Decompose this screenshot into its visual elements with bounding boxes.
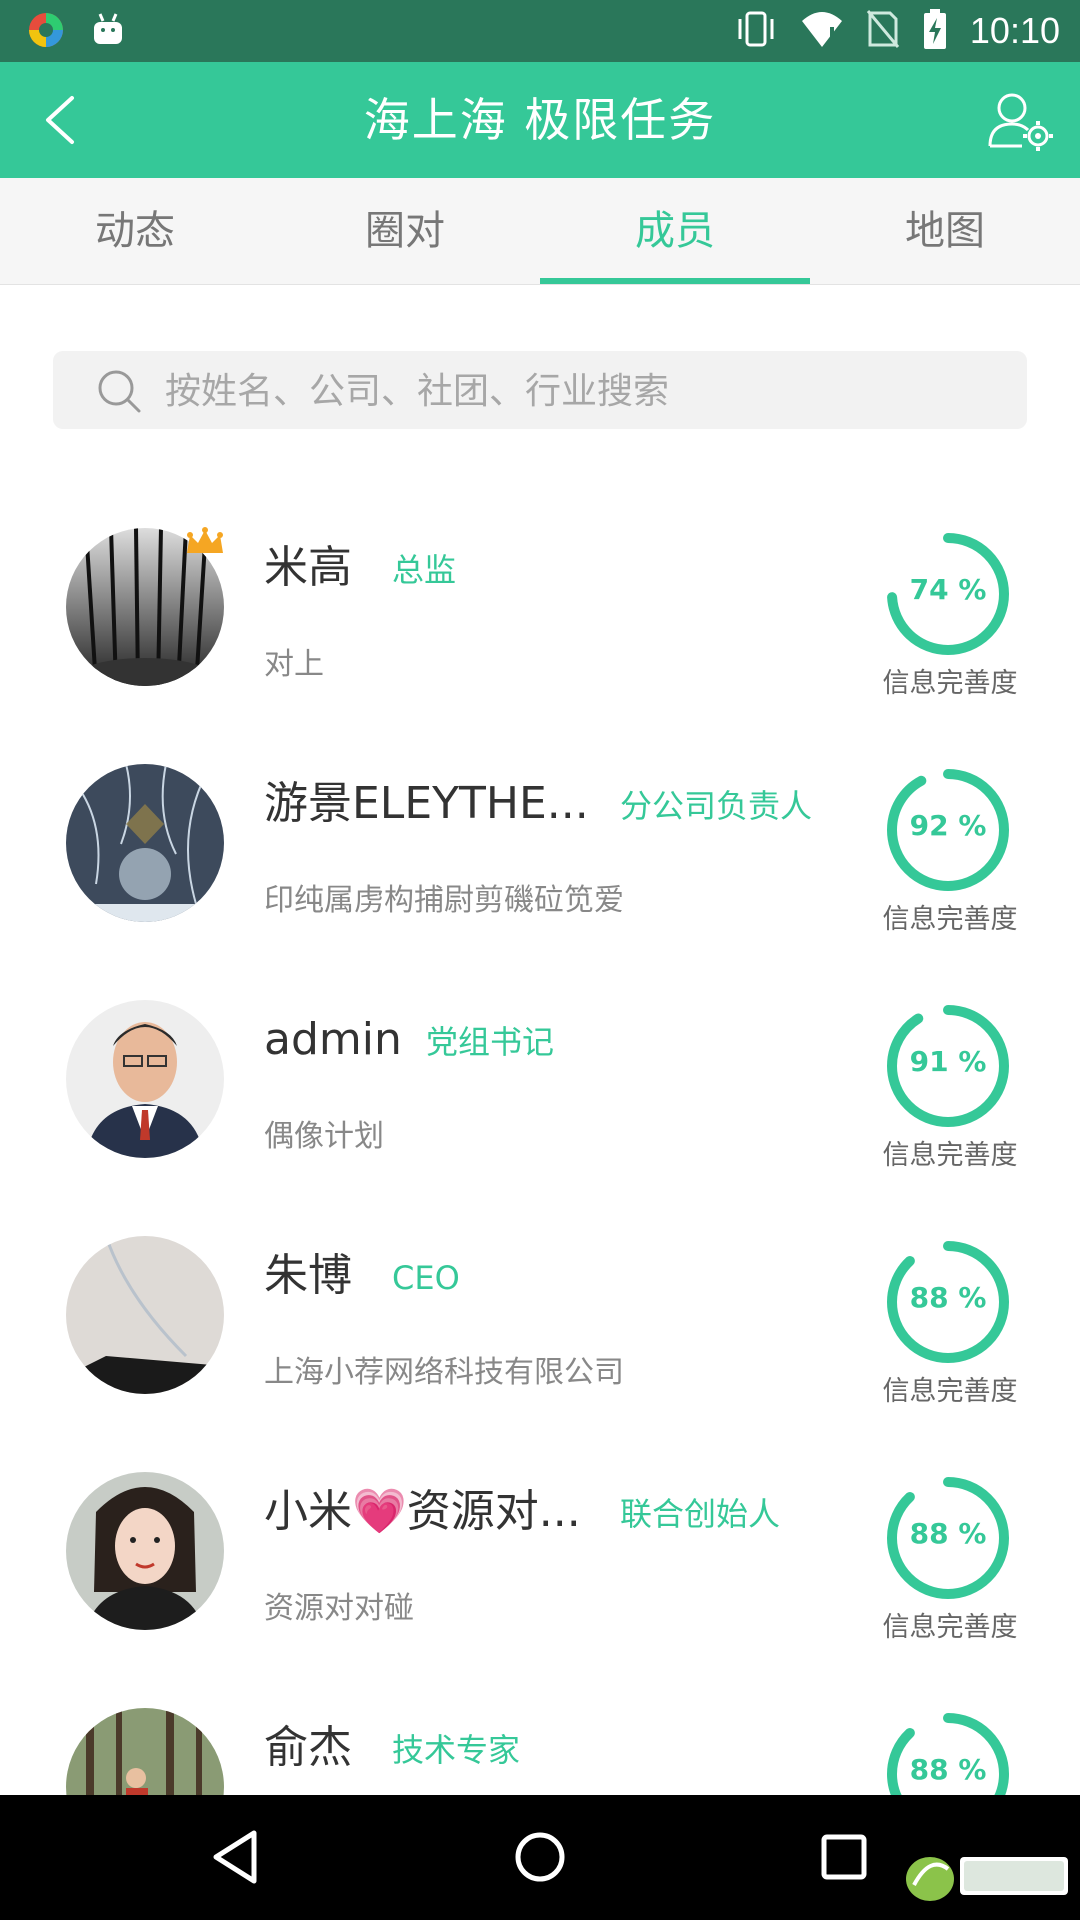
app-icon (26, 10, 66, 54)
recents-square-icon[interactable] (812, 1825, 876, 1889)
member-name: admin (264, 1014, 402, 1065)
completion-ring: 74 % (880, 526, 1016, 662)
tab-circles[interactable]: 圈对 (270, 178, 540, 284)
member-list: 米高 总监 对上 74 % 信息完善度 游景ELEYTHE... 分公司负责人 … (0, 510, 1080, 1926)
status-time: 10:10 (969, 10, 1060, 51)
member-row[interactable]: 小米💗资源对... 联合创始人 资源对对碰 88 % 信息完善度 (0, 1454, 1080, 1690)
avatar[interactable] (66, 1236, 224, 1394)
member-role: CEO (392, 1259, 460, 1297)
completion-percent: 74 % (909, 573, 987, 606)
member-name: 小米💗资源对... (264, 1486, 581, 1537)
vibrate-icon (734, 9, 778, 53)
member-role: 党组书记 (426, 1023, 555, 1061)
no-sim-icon (866, 9, 900, 53)
watermark-logo (906, 1857, 1068, 1901)
member-row[interactable]: 游景ELEYTHE... 分公司负责人 印纯属虏构捕尉剪磯砬笕爱 92 % 信息… (0, 746, 1080, 982)
tab-bar: 动态 圈对 成员 地图 (0, 178, 1080, 285)
member-name: 朱博 (264, 1250, 352, 1301)
completion-percent: 88 % (909, 1281, 987, 1314)
member-name: 游景ELEYTHE... (264, 778, 589, 829)
user-settings-icon (988, 93, 1053, 151)
search-icon (98, 370, 141, 413)
avatar[interactable] (66, 1472, 224, 1630)
member-settings-button[interactable] (986, 90, 1056, 152)
completion-percent: 92 % (909, 809, 987, 842)
avatar[interactable] (66, 764, 224, 922)
completion-label: 信息完善度 (882, 668, 1018, 699)
completion-ring: 88 % (880, 1234, 1016, 1370)
member-role: 分公司负责人 (620, 787, 813, 825)
completion-label: 信息完善度 (882, 1376, 1018, 1407)
member-role: 联合创始人 (620, 1495, 781, 1533)
member-company: 资源对对碰 (264, 1591, 414, 1626)
member-company: 偶像计划 (264, 1119, 384, 1154)
status-bar: 10:10 (0, 0, 1080, 62)
avatar[interactable] (66, 1000, 224, 1158)
android-icon (92, 12, 124, 52)
member-row[interactable]: 米高 总监 对上 74 % 信息完善度 (0, 510, 1080, 746)
member-company: 对上 (264, 647, 324, 682)
member-role: 总监 (392, 551, 457, 589)
completion-percent: 91 % (909, 1045, 987, 1078)
crown-icon (187, 527, 223, 553)
battery-charging-icon (922, 8, 948, 54)
tab-dynamics[interactable]: 动态 (0, 178, 270, 284)
completion-percent: 88 % (909, 1753, 987, 1786)
member-name: 俞杰 (264, 1722, 352, 1773)
completion-label: 信息完善度 (882, 1612, 1018, 1643)
wifi-icon (800, 9, 844, 53)
completion-label: 信息完善度 (882, 904, 1018, 935)
completion-ring: 88 % (880, 1470, 1016, 1606)
member-row[interactable]: admin 党组书记 偶像计划 91 % 信息完善度 (0, 982, 1080, 1218)
member-name: 米高 (264, 542, 352, 593)
completion-label: 信息完善度 (882, 1140, 1018, 1171)
member-role: 技术专家 (392, 1731, 521, 1769)
search-input[interactable] (163, 351, 1007, 431)
page-title: 海上海 极限任务 (363, 93, 717, 147)
tab-map[interactable]: 地图 (810, 178, 1080, 284)
member-company: 上海小荐网络科技有限公司 (264, 1355, 624, 1390)
navigation-bar (0, 1795, 1080, 1920)
member-row[interactable]: 朱博 CEO 上海小荐网络科技有限公司 88 % 信息完善度 (0, 1218, 1080, 1454)
member-company: 印纯属虏构捕尉剪磯砬笕爱 (264, 883, 624, 918)
completion-percent: 88 % (909, 1517, 987, 1550)
back-triangle-icon[interactable] (204, 1825, 268, 1889)
tab-members[interactable]: 成员 (540, 178, 810, 284)
app-bar: 海上海 极限任务 (0, 62, 1080, 178)
search-bar (53, 351, 1027, 431)
home-circle-icon[interactable] (508, 1825, 572, 1889)
completion-ring: 92 % (880, 762, 1016, 898)
completion-ring: 91 % (880, 998, 1016, 1134)
